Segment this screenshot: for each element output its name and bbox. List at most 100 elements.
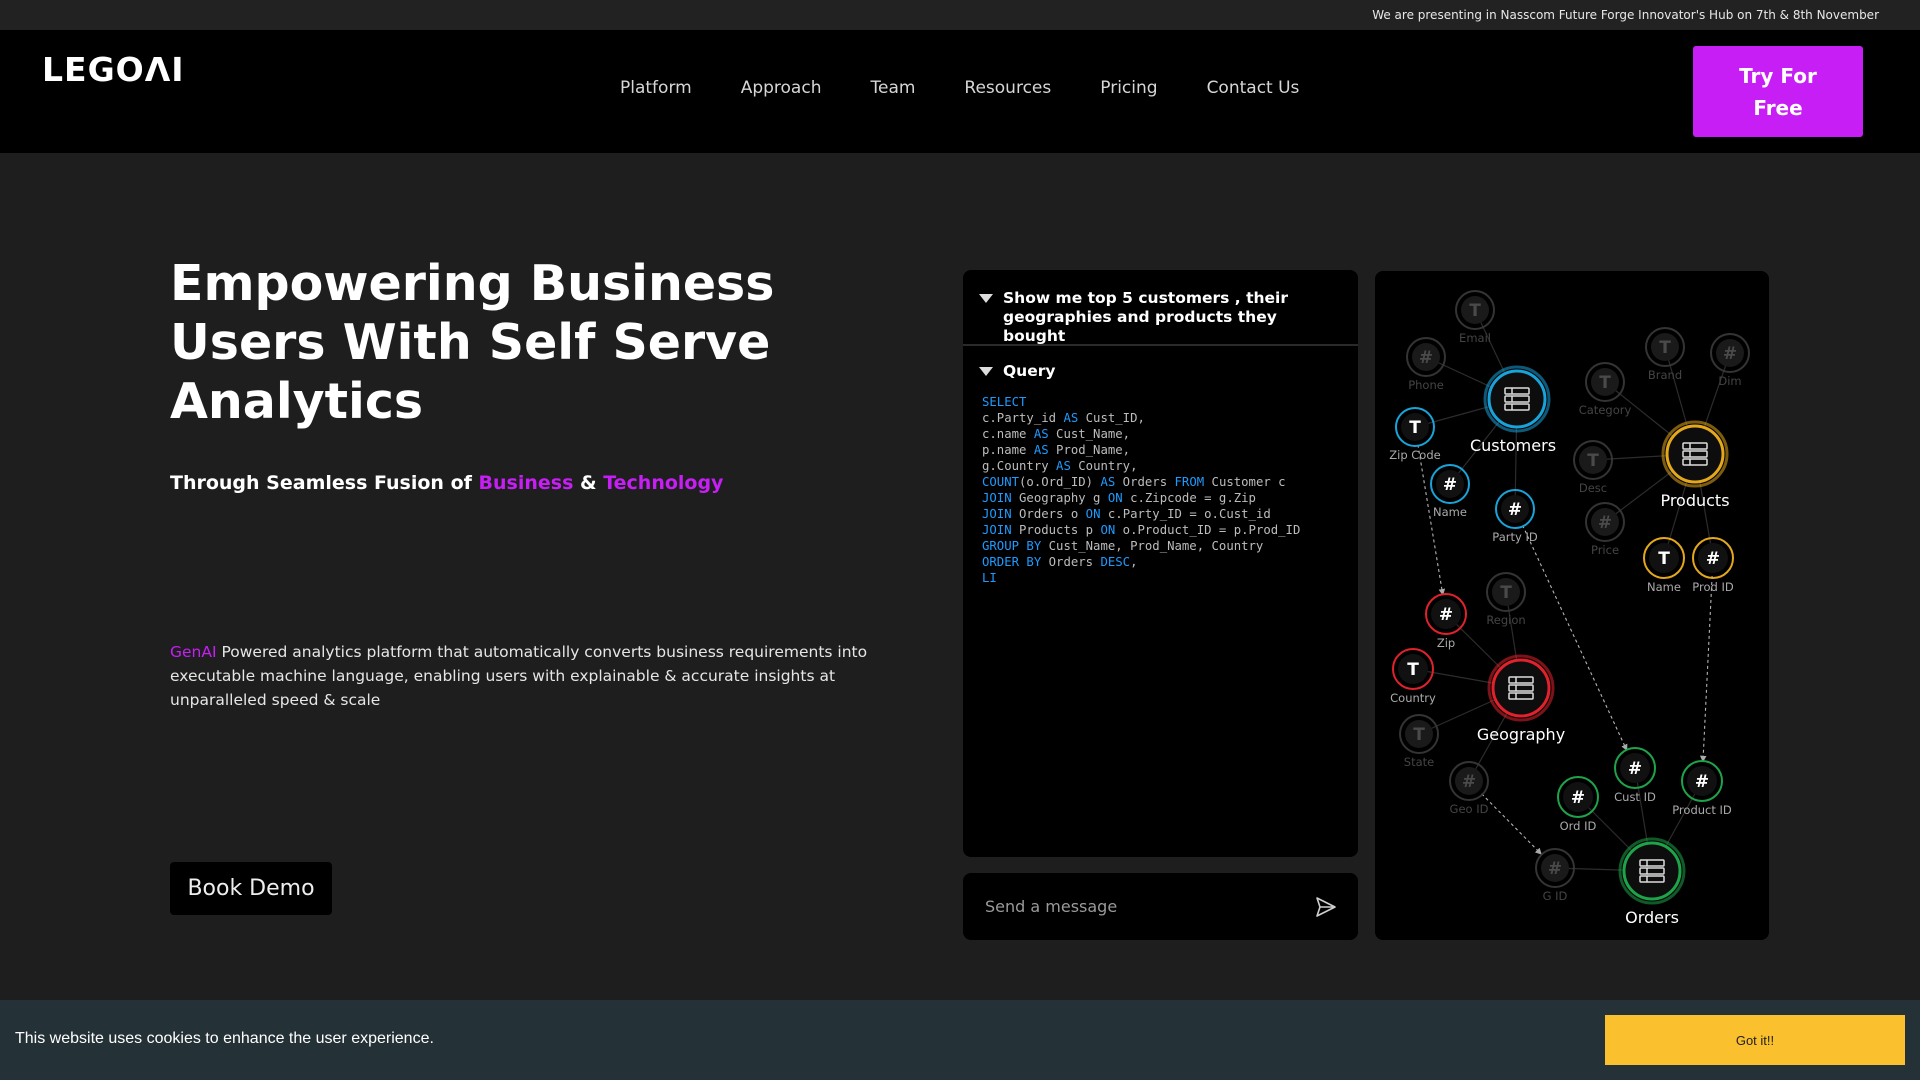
main-nav: Platform Approach Team Resources Pricing… <box>620 78 1348 98</box>
code-line: LI <box>982 570 1358 586</box>
number-type-icon: # <box>1462 772 1476 792</box>
message-input[interactable] <box>985 873 1285 940</box>
question-row[interactable]: Show me top 5 customers , their geograph… <box>963 270 1358 346</box>
query-label: Query <box>1003 362 1056 380</box>
entity-label: Geography <box>1477 725 1565 744</box>
field-node[interactable]: T State <box>1399 714 1439 769</box>
code-line: SELECT <box>982 394 1358 410</box>
field-label: Product ID <box>1672 803 1732 817</box>
sql-keyword: ON <box>1085 507 1101 521</box>
field-node[interactable]: T Desc <box>1573 440 1613 495</box>
sql-text: Geography g <box>1011 491 1108 505</box>
nav-team[interactable]: Team <box>870 78 915 98</box>
field-label: Cust ID <box>1614 790 1656 804</box>
field-label: Dim <box>1718 374 1741 388</box>
book-demo-button[interactable]: Book Demo <box>170 862 332 915</box>
nav-contact-us[interactable]: Contact Us <box>1207 78 1300 98</box>
text-type-icon: T <box>1599 373 1611 393</box>
collapse-triangle-icon[interactable] <box>979 294 993 303</box>
field-label: G ID <box>1543 889 1568 903</box>
entity-label: Customers <box>1470 436 1556 455</box>
field-node[interactable]: # Product ID <box>1672 760 1732 817</box>
field-node[interactable]: # Dim <box>1710 333 1750 388</box>
field-node[interactable]: T Email <box>1455 290 1495 345</box>
sql-keyword: AS <box>1033 443 1049 457</box>
cookie-text: This website uses cookies to enhance the… <box>15 1030 434 1047</box>
field-node[interactable]: T Region <box>1486 572 1526 627</box>
field-label: Brand <box>1648 368 1682 382</box>
sql-keyword: AS <box>1063 411 1079 425</box>
nav-resources[interactable]: Resources <box>964 78 1051 98</box>
field-node[interactable]: # Phone <box>1406 337 1446 392</box>
sql-keyword: AS <box>1056 459 1071 473</box>
hero-title: Empowering Business Users With Self Serv… <box>170 255 775 430</box>
question-text: Show me top 5 customers , their geograph… <box>1003 289 1288 345</box>
legoai-logo[interactable]: LEGOΛI <box>42 50 192 102</box>
sql-text: Cust_Name, <box>1048 427 1131 441</box>
entity-node[interactable]: Orders <box>1618 837 1686 927</box>
code-line: COUNT(o.Ord_ID) AS Orders FROM Customer … <box>982 474 1358 490</box>
field-node[interactable]: T Category <box>1579 362 1632 417</box>
sql-keyword: GROUP BY <box>982 539 1042 553</box>
number-type-icon: # <box>1571 788 1585 808</box>
send-icon[interactable] <box>1314 895 1338 919</box>
sql-text: o.Product_ID = p.Prod_ID <box>1115 523 1301 537</box>
relationship-arrow <box>1481 793 1542 855</box>
field-node[interactable]: # Party ID <box>1492 489 1538 544</box>
sql-keyword: ON <box>1107 491 1123 505</box>
field-node[interactable]: T Zip Code <box>1389 407 1441 462</box>
message-box <box>963 873 1358 940</box>
sql-keyword: ON <box>1100 523 1116 537</box>
number-type-icon: # <box>1548 859 1562 879</box>
sql-text: (o.Ord_ID) <box>1019 475 1101 489</box>
nav-platform[interactable]: Platform <box>620 78 692 98</box>
logo-text: LEGOΛI <box>42 50 185 89</box>
sql-text: Cust_ID, <box>1078 411 1145 425</box>
field-node[interactable]: T Country <box>1390 648 1436 705</box>
field-label: Geo ID <box>1450 802 1489 816</box>
nav-pricing[interactable]: Pricing <box>1100 78 1157 98</box>
hero-desc-text: Powered analytics platform that automati… <box>170 643 868 709</box>
number-type-icon: # <box>1695 772 1709 792</box>
field-label: Phone <box>1408 378 1444 392</box>
field-label: State <box>1404 755 1434 769</box>
sql-keyword: LI <box>982 571 997 585</box>
entity-node[interactable]: Products <box>1660 420 1730 510</box>
sql-code-block: SELECT c.Party_id AS Cust_ID, c.name AS Cu… <box>963 380 1358 586</box>
field-node[interactable]: # Ord ID <box>1557 776 1599 833</box>
field-node[interactable]: # G ID <box>1535 848 1575 903</box>
number-type-icon: # <box>1706 549 1720 569</box>
text-type-icon: T <box>1469 301 1481 321</box>
sql-keyword: DESC <box>1100 555 1131 569</box>
field-node[interactable]: # Name <box>1430 464 1470 519</box>
entity-label: Products <box>1660 491 1729 510</box>
code-line: GROUP BY Cust_Name, Prod_Name, Country <box>982 538 1358 554</box>
code-line: c.name AS Cust_Name, <box>982 426 1358 442</box>
cookie-banner: This website uses cookies to enhance the… <box>0 1000 1920 1080</box>
text-type-icon: T <box>1409 418 1421 438</box>
sql-keyword: JOIN <box>982 507 1012 521</box>
field-node[interactable]: # Prod ID <box>1692 537 1734 594</box>
sql-text: p.name <box>982 443 1034 457</box>
field-node[interactable]: T Name <box>1643 537 1685 594</box>
query-header[interactable]: Query <box>963 346 1358 380</box>
collapse-triangle-icon[interactable] <box>979 367 993 376</box>
cookie-accept-button[interactable]: Got it!! <box>1605 1015 1905 1065</box>
code-line: JOIN Products p ON o.Product_ID = p.Prod… <box>982 522 1358 538</box>
field-node[interactable]: # Price <box>1585 502 1625 557</box>
schema-graph-panel: T Email # Phone T Zip Code # Name # Party ID T Cate… <box>1375 271 1769 940</box>
field-node[interactable]: # Zip <box>1425 593 1467 650</box>
entity-node[interactable]: Geography <box>1477 654 1565 744</box>
field-node[interactable]: # Geo ID <box>1449 761 1489 816</box>
sql-text: Country, <box>1070 459 1138 473</box>
field-node[interactable]: # Cust ID <box>1614 747 1656 804</box>
entity-node[interactable]: Customers <box>1470 365 1556 455</box>
try-for-free-button[interactable]: Try For Free <box>1693 46 1863 137</box>
text-type-icon: T <box>1587 451 1599 471</box>
relationship-arrow <box>1699 575 1713 763</box>
field-node[interactable]: T Brand <box>1645 327 1685 382</box>
field-label: Desc <box>1579 481 1607 495</box>
sql-keyword: COUNT <box>982 475 1020 489</box>
sql-text: c.Zipcode = g.Zip <box>1122 491 1256 505</box>
nav-approach[interactable]: Approach <box>741 78 822 98</box>
